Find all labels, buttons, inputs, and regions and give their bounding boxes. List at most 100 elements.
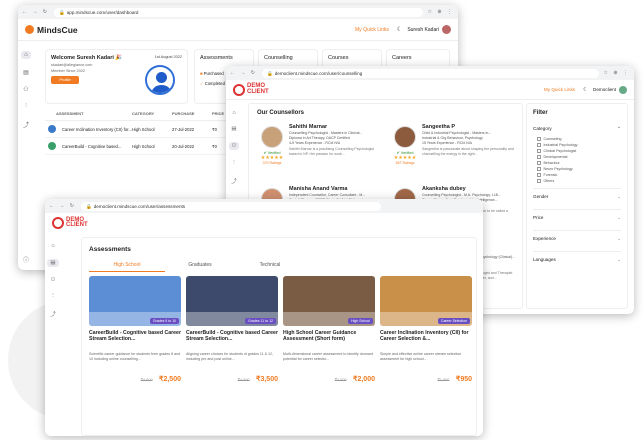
filter-section-gender[interactable]: Gender ⌄ xyxy=(533,188,621,205)
assessments-card-title: Assessments xyxy=(200,55,233,61)
assessment-card[interactable]: Career Selection Career Inclination Inve… xyxy=(380,276,472,416)
grade-badge-label: High School xyxy=(351,319,370,323)
home-icon[interactable]: ⌂ xyxy=(51,243,54,249)
address-bar[interactable]: 🔒 democlient.mindscue.com/user/assessment… xyxy=(80,201,381,211)
counselling-card-title: Counselling xyxy=(264,55,293,61)
filter-section-languages[interactable]: Languages ⌄ xyxy=(533,251,621,268)
sidebar: ⌂ ▤ ⚇ ⫶ ⤴ xyxy=(18,45,34,129)
browser-nav-icons[interactable]: ← → ↻ xyxy=(22,9,49,15)
user-name[interactable]: Suresh Kadari xyxy=(407,27,439,33)
assessments-icon[interactable]: ▤ xyxy=(47,259,59,267)
checkbox[interactable] xyxy=(537,167,541,171)
address-bar[interactable]: 🔒 democlient.mindscue.com/user/counsellin… xyxy=(261,68,599,78)
checkbox[interactable] xyxy=(537,143,541,147)
checkbox[interactable] xyxy=(537,155,541,159)
avatar[interactable] xyxy=(442,25,451,34)
theme-toggle-icon[interactable]: ☾ xyxy=(583,87,588,93)
purchased-label: Purchased xyxy=(203,71,224,76)
assessment-card[interactable]: Grades 11 to 12 CareerBuild - Cognitive … xyxy=(186,276,278,416)
sale-price: ₹950 xyxy=(455,376,472,383)
counsellor-experience: 15 Years Experience - RCI# N/A xyxy=(422,140,472,145)
counsellor-name[interactable]: Sahithi Marnar xyxy=(289,124,383,131)
home-icon[interactable]: ⌂ xyxy=(232,110,235,116)
grade-badge: High School xyxy=(348,318,373,324)
filter-section-label: Gender xyxy=(533,194,549,199)
counsellor-name[interactable]: Sangeetha P xyxy=(422,124,516,131)
counsellor-name[interactable]: Manisha Anand Varma xyxy=(289,186,383,193)
assessment-card[interactable]: High School High School Career Guidance … xyxy=(283,276,375,416)
url-text: democlient.mindscue.com/user/assessments xyxy=(93,203,186,209)
assessment-name[interactable]: Career Inclination Inventory (CII) for C… xyxy=(380,330,472,350)
trend-icon[interactable]: ⤴ xyxy=(231,177,237,185)
quick-links-link[interactable]: My Quick Links xyxy=(355,27,389,33)
analytics-icon[interactable]: ⫶ xyxy=(52,293,53,300)
assessment-name[interactable]: High School Career Guidance Assessment (… xyxy=(283,330,375,350)
sidebar: ⌂ ▤ ⚇ ⫶ ⤴ xyxy=(45,237,61,318)
assessment-name[interactable]: CareerBuild - Cognitive based Career Str… xyxy=(186,330,278,350)
checkbox[interactable] xyxy=(537,179,541,183)
counsellor-name[interactable]: Akanksha dubey xyxy=(422,186,516,193)
trend-icon[interactable]: ⤴ xyxy=(50,310,56,318)
avatar[interactable] xyxy=(619,85,627,94)
help-icon[interactable]: ⓘ xyxy=(23,255,29,264)
tab-graduates[interactable]: Graduates xyxy=(165,262,235,268)
sale-price: ₹2,000 xyxy=(353,376,375,383)
url-text: democlient.mindscue.com/user/counselling xyxy=(274,70,363,76)
filter-category-header[interactable]: Category ⌃ xyxy=(533,126,621,132)
filter-option-label: Forensic xyxy=(543,173,558,177)
col-category: CATEGORY xyxy=(132,111,155,116)
user-name[interactable]: Democlient xyxy=(593,87,616,92)
filter-section-label: Experience xyxy=(533,236,556,241)
theme-toggle-icon[interactable]: ☾ xyxy=(397,26,402,33)
ratings-count[interactable]: 379 Ratings xyxy=(257,161,287,165)
url-text: app.mindscue.com/user/dashboard xyxy=(66,9,139,15)
quick-links-link[interactable]: My Quick Links xyxy=(544,87,575,92)
tab-label: Technical xyxy=(259,262,281,268)
tab-technical[interactable]: Technical xyxy=(235,262,305,268)
assessment-thumb-icon xyxy=(48,142,56,150)
logo-line-2: CLIENT xyxy=(247,88,269,95)
browser-nav-icons[interactable]: ← → ↻ xyxy=(230,70,257,76)
counsellor-experience: 4-5 Years Experience - RCI# N/A xyxy=(289,140,341,145)
tab-label: Graduates xyxy=(188,262,212,268)
profile-button[interactable]: Profile xyxy=(51,76,79,84)
filter-section-experience[interactable]: Experience ⌄ xyxy=(533,230,621,247)
page-title: Our Counsellors xyxy=(257,110,305,116)
filter-option-label: Clinical Psychologist xyxy=(543,149,577,153)
assessment-name[interactable]: CareerBuild - Cognitive based Career Str… xyxy=(89,330,181,350)
row-date: 27-Jul-2022 xyxy=(172,126,195,132)
trend-icon[interactable]: ⤴ xyxy=(23,120,29,129)
row-category: High School xyxy=(132,126,155,132)
profile-button-label: Profile xyxy=(59,77,71,82)
chevron-down-icon: ⌄ xyxy=(617,215,621,220)
assessments-icon[interactable]: ▤ xyxy=(231,126,236,132)
counsellor-card[interactable]: ✔ Verified ★★★★★ 567 Ratings Sangeetha P… xyxy=(390,122,518,180)
analytics-icon[interactable]: ⫶ xyxy=(25,103,27,110)
checkbox[interactable] xyxy=(537,173,541,177)
chevron-down-icon: ⌄ xyxy=(617,194,621,199)
filter-option[interactable]: Others xyxy=(533,178,621,184)
checkbox[interactable] xyxy=(537,161,541,165)
users-icon[interactable]: ⚇ xyxy=(228,142,240,150)
browser-extension-icons[interactable]: ☆ ⊕ ⋮ xyxy=(604,70,630,76)
ratings-count[interactable]: 567 Ratings xyxy=(390,161,420,165)
assessment-card[interactable]: Grades 9 to 10 CareerBuild - Cognitive b… xyxy=(89,276,181,416)
browser-nav-icons[interactable]: ← → ↻ xyxy=(49,203,76,209)
assessments-icon[interactable]: ▤ xyxy=(23,69,29,76)
tab-high-school[interactable]: High School xyxy=(89,262,165,272)
col-assessment: ASSESSMENT xyxy=(56,111,84,116)
browser-extension-icons[interactable]: ☆ ⊕ ⋮ xyxy=(428,9,454,15)
col-purchase: PURCHASE xyxy=(172,111,195,116)
users-icon[interactable]: ⚇ xyxy=(51,277,56,283)
address-bar[interactable]: 🔒 app.mindscue.com/user/dashboard xyxy=(53,7,423,17)
filter-section-price[interactable]: Price ⌄ xyxy=(533,209,621,226)
home-icon[interactable]: ⌂ xyxy=(21,51,31,59)
checkbox[interactable] xyxy=(537,149,541,153)
analytics-icon[interactable]: ⫶ xyxy=(233,160,234,167)
users-icon[interactable]: ⚇ xyxy=(23,86,28,93)
counsellor-photo xyxy=(394,126,416,148)
filter-title: Filter xyxy=(533,110,548,116)
checkbox[interactable] xyxy=(537,137,541,141)
counsellor-card[interactable]: ✔ Verified ★★★★★ 379 Ratings Sahithi Mar… xyxy=(257,122,385,180)
democlient-logo: DEMO CLIENT xyxy=(233,83,269,96)
